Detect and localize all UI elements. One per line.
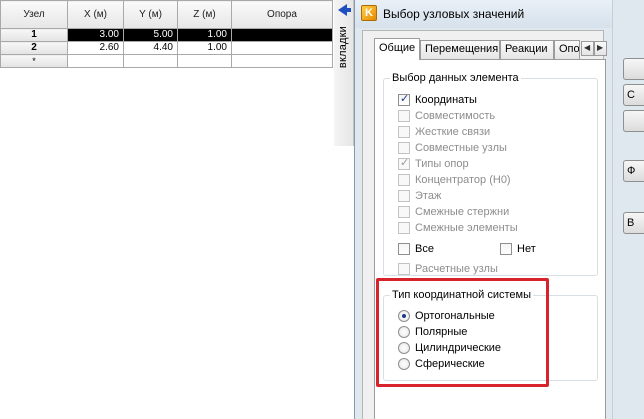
right-dialog-edge: С Ф В: [612, 0, 644, 419]
support-cell[interactable]: [231, 28, 333, 42]
right-button-1[interactable]: [623, 58, 644, 80]
dialog-titlebar[interactable]: Выбор узловых значений: [355, 0, 612, 28]
checkbox-box[interactable]: [398, 156, 410, 170]
radio-button[interactable]: [398, 326, 410, 338]
row-id-cell[interactable]: 1: [0, 28, 68, 42]
coordinate-system-group: Тип координатной системы Ортогональные П…: [383, 289, 598, 381]
y-cell[interactable]: 5.00: [123, 28, 178, 42]
table-header-row: Узел X (м) Y (м) Z (м) Опора: [0, 0, 333, 29]
right-button-3[interactable]: [623, 110, 644, 132]
column-header-z[interactable]: Z (м): [177, 0, 232, 29]
right-button-4[interactable]: Ф: [623, 160, 644, 182]
checkbox-label: Этаж: [415, 190, 442, 202]
checkbox-box[interactable]: [398, 243, 410, 255]
app-logo-icon: [361, 5, 377, 21]
tab-general[interactable]: Общие: [374, 38, 420, 60]
right-button-5[interactable]: В: [623, 212, 644, 234]
radio-label: Полярные: [415, 326, 468, 338]
support-cell[interactable]: [231, 41, 333, 55]
element-data-group: Выбор данных элемента Координаты Совмест…: [383, 72, 598, 276]
nodes-table-panel: Узел X (м) Y (м) Z (м) Опора 1 3.00 5.00…: [0, 0, 333, 419]
row-id-cell[interactable]: 2: [0, 41, 68, 55]
radio-label: Сферические: [415, 358, 485, 370]
new-row[interactable]: *: [0, 54, 333, 68]
chevron-left-icon: ◀: [584, 43, 591, 52]
checkbox-box[interactable]: [398, 110, 410, 122]
checkbox-label: Смежные стержни: [415, 206, 510, 218]
checkbox-box[interactable]: [398, 174, 410, 186]
radio-button[interactable]: [398, 342, 410, 354]
arrow-left-icon[interactable]: [338, 4, 351, 16]
tab-displacements[interactable]: Перемещения: [420, 40, 500, 59]
chevron-right-icon: ▶: [597, 43, 604, 52]
checkbox-box[interactable]: [398, 92, 410, 106]
checkbox-box[interactable]: [398, 263, 410, 275]
z-cell[interactable]: 1.00: [177, 28, 232, 42]
checkbox-box[interactable]: [398, 190, 410, 202]
checkbox-label: Совместные узлы: [415, 142, 507, 154]
tab-bar: Общие Перемещения Реакции Опо ◀ ▶: [374, 38, 607, 60]
tab-supports[interactable]: Опо: [554, 40, 580, 59]
nodes-table: Узел X (м) Y (м) Z (м) Опора 1 3.00 5.00…: [0, 0, 333, 68]
column-header-node[interactable]: Узел: [0, 0, 68, 29]
tab-scroll-right-button[interactable]: ▶: [594, 41, 607, 56]
checkbox-label: Концентратор (Н0): [415, 174, 511, 186]
table-row[interactable]: 2 2.60 4.40 1.00: [0, 41, 333, 55]
tab-page-general: Выбор данных элемента Координаты Совмест…: [374, 59, 606, 419]
tab-reactions[interactable]: Реакции: [500, 40, 554, 59]
tabs-side-strip[interactable]: вкладки: [334, 0, 354, 146]
checkbox-label: Нет: [517, 243, 536, 255]
checkbox-label: Жесткие связи: [415, 126, 491, 138]
x-cell[interactable]: 3.00: [67, 28, 124, 42]
radio-button[interactable]: [398, 310, 410, 322]
z-cell[interactable]: [177, 54, 232, 68]
x-cell[interactable]: [67, 54, 124, 68]
radio-label: Ортогональные: [415, 310, 495, 322]
checkbox-label: Совместимость: [415, 110, 496, 122]
checkbox-label: Типы опор: [415, 158, 469, 170]
dialog-title: Выбор узловых значений: [383, 7, 525, 21]
checkbox-box[interactable]: [398, 206, 410, 218]
element-data-group-title: Выбор данных элемента: [390, 72, 521, 84]
column-header-support[interactable]: Опора: [231, 0, 333, 29]
table-row[interactable]: 1 3.00 5.00 1.00: [0, 28, 333, 42]
checkbox-label: Расчетные узлы: [415, 263, 498, 275]
checkbox-box[interactable]: [398, 142, 410, 154]
checkbox-label: Координаты: [415, 94, 477, 106]
y-cell[interactable]: 4.40: [123, 41, 178, 55]
right-button-2[interactable]: С: [623, 84, 644, 106]
y-cell[interactable]: [123, 54, 178, 68]
column-header-x[interactable]: X (м): [67, 0, 124, 29]
checkbox-box[interactable]: [398, 222, 410, 234]
strip-spacer: [334, 146, 354, 419]
checkbox-box[interactable]: [500, 243, 512, 255]
checkbox-label: Смежные элементы: [415, 222, 518, 234]
side-strip-label[interactable]: вкладки: [337, 26, 349, 68]
coordinate-system-group-title: Тип координатной системы: [390, 289, 534, 301]
checkbox-label: Все: [415, 243, 434, 255]
x-cell[interactable]: 2.60: [67, 41, 124, 55]
new-row-marker: *: [0, 54, 68, 68]
radio-button[interactable]: [398, 358, 410, 370]
radio-label: Цилиндрические: [415, 342, 502, 354]
z-cell[interactable]: 1.00: [177, 41, 232, 55]
column-header-y[interactable]: Y (м): [123, 0, 178, 29]
support-cell[interactable]: [231, 54, 333, 68]
tab-scroll-left-button[interactable]: ◀: [581, 41, 594, 56]
checkbox-box[interactable]: [398, 126, 410, 138]
